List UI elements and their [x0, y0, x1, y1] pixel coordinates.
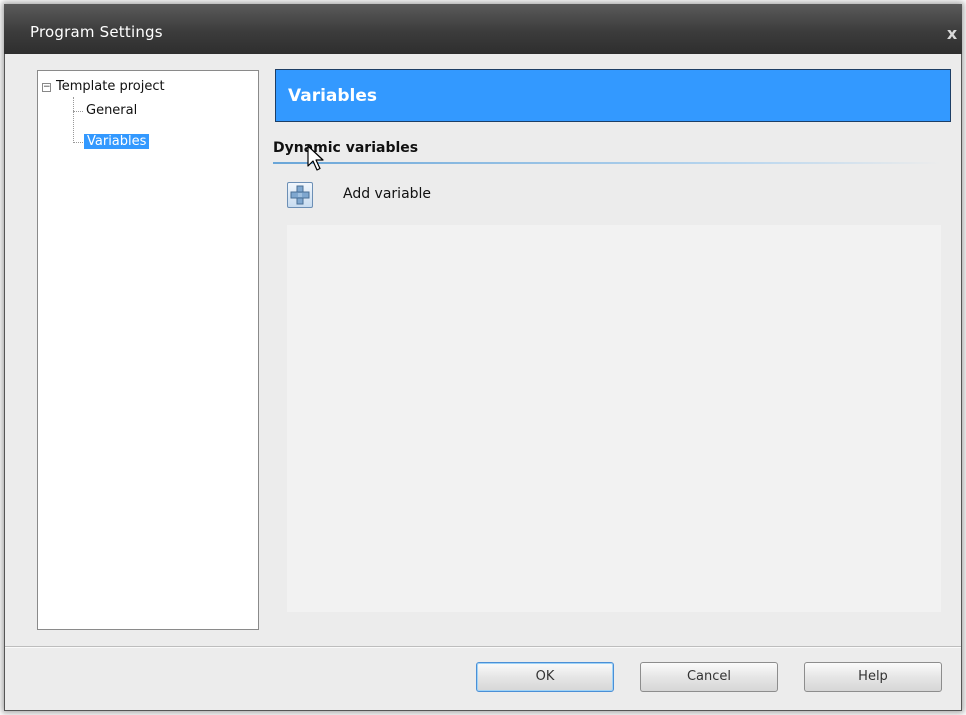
tree-item-label: Variables	[84, 134, 150, 149]
title-bar[interactable]: Program Settings x	[4, 4, 962, 54]
tree-item-variables[interactable]: Variables	[84, 132, 150, 152]
tree-item-general[interactable]: General	[86, 101, 137, 121]
settings-tree: − Template project General Variables	[37, 70, 259, 630]
mouse-cursor-icon	[307, 145, 324, 171]
add-variable-link[interactable]: Add variable	[343, 186, 431, 202]
help-button[interactable]: Help	[804, 662, 942, 692]
tree-connector	[73, 111, 83, 112]
section-divider	[273, 162, 941, 164]
tree-connector	[73, 97, 74, 143]
section-title: Dynamic variables	[273, 140, 419, 156]
add-variable-button[interactable]	[287, 182, 313, 208]
dialog-body: − Template project General Variables Var…	[4, 54, 962, 711]
ok-button[interactable]: OK	[476, 662, 614, 692]
collapse-icon[interactable]: −	[42, 83, 51, 92]
dialog-window: Program Settings x − Template project Ge…	[4, 4, 962, 711]
panel-header: Variables	[275, 69, 951, 122]
tree-item-label: General	[86, 103, 138, 118]
cancel-button[interactable]: Cancel	[640, 662, 778, 692]
footer-divider	[5, 647, 961, 648]
tree-item-template-project[interactable]: Template project	[56, 77, 165, 97]
variables-list[interactable]	[287, 225, 941, 612]
tree-item-label: Template project	[56, 79, 165, 94]
close-icon[interactable]: x	[942, 24, 962, 44]
window-title: Program Settings	[30, 23, 163, 41]
plus-icon	[290, 185, 310, 205]
tree-connector	[73, 142, 83, 143]
panel-title: Variables	[288, 86, 378, 106]
